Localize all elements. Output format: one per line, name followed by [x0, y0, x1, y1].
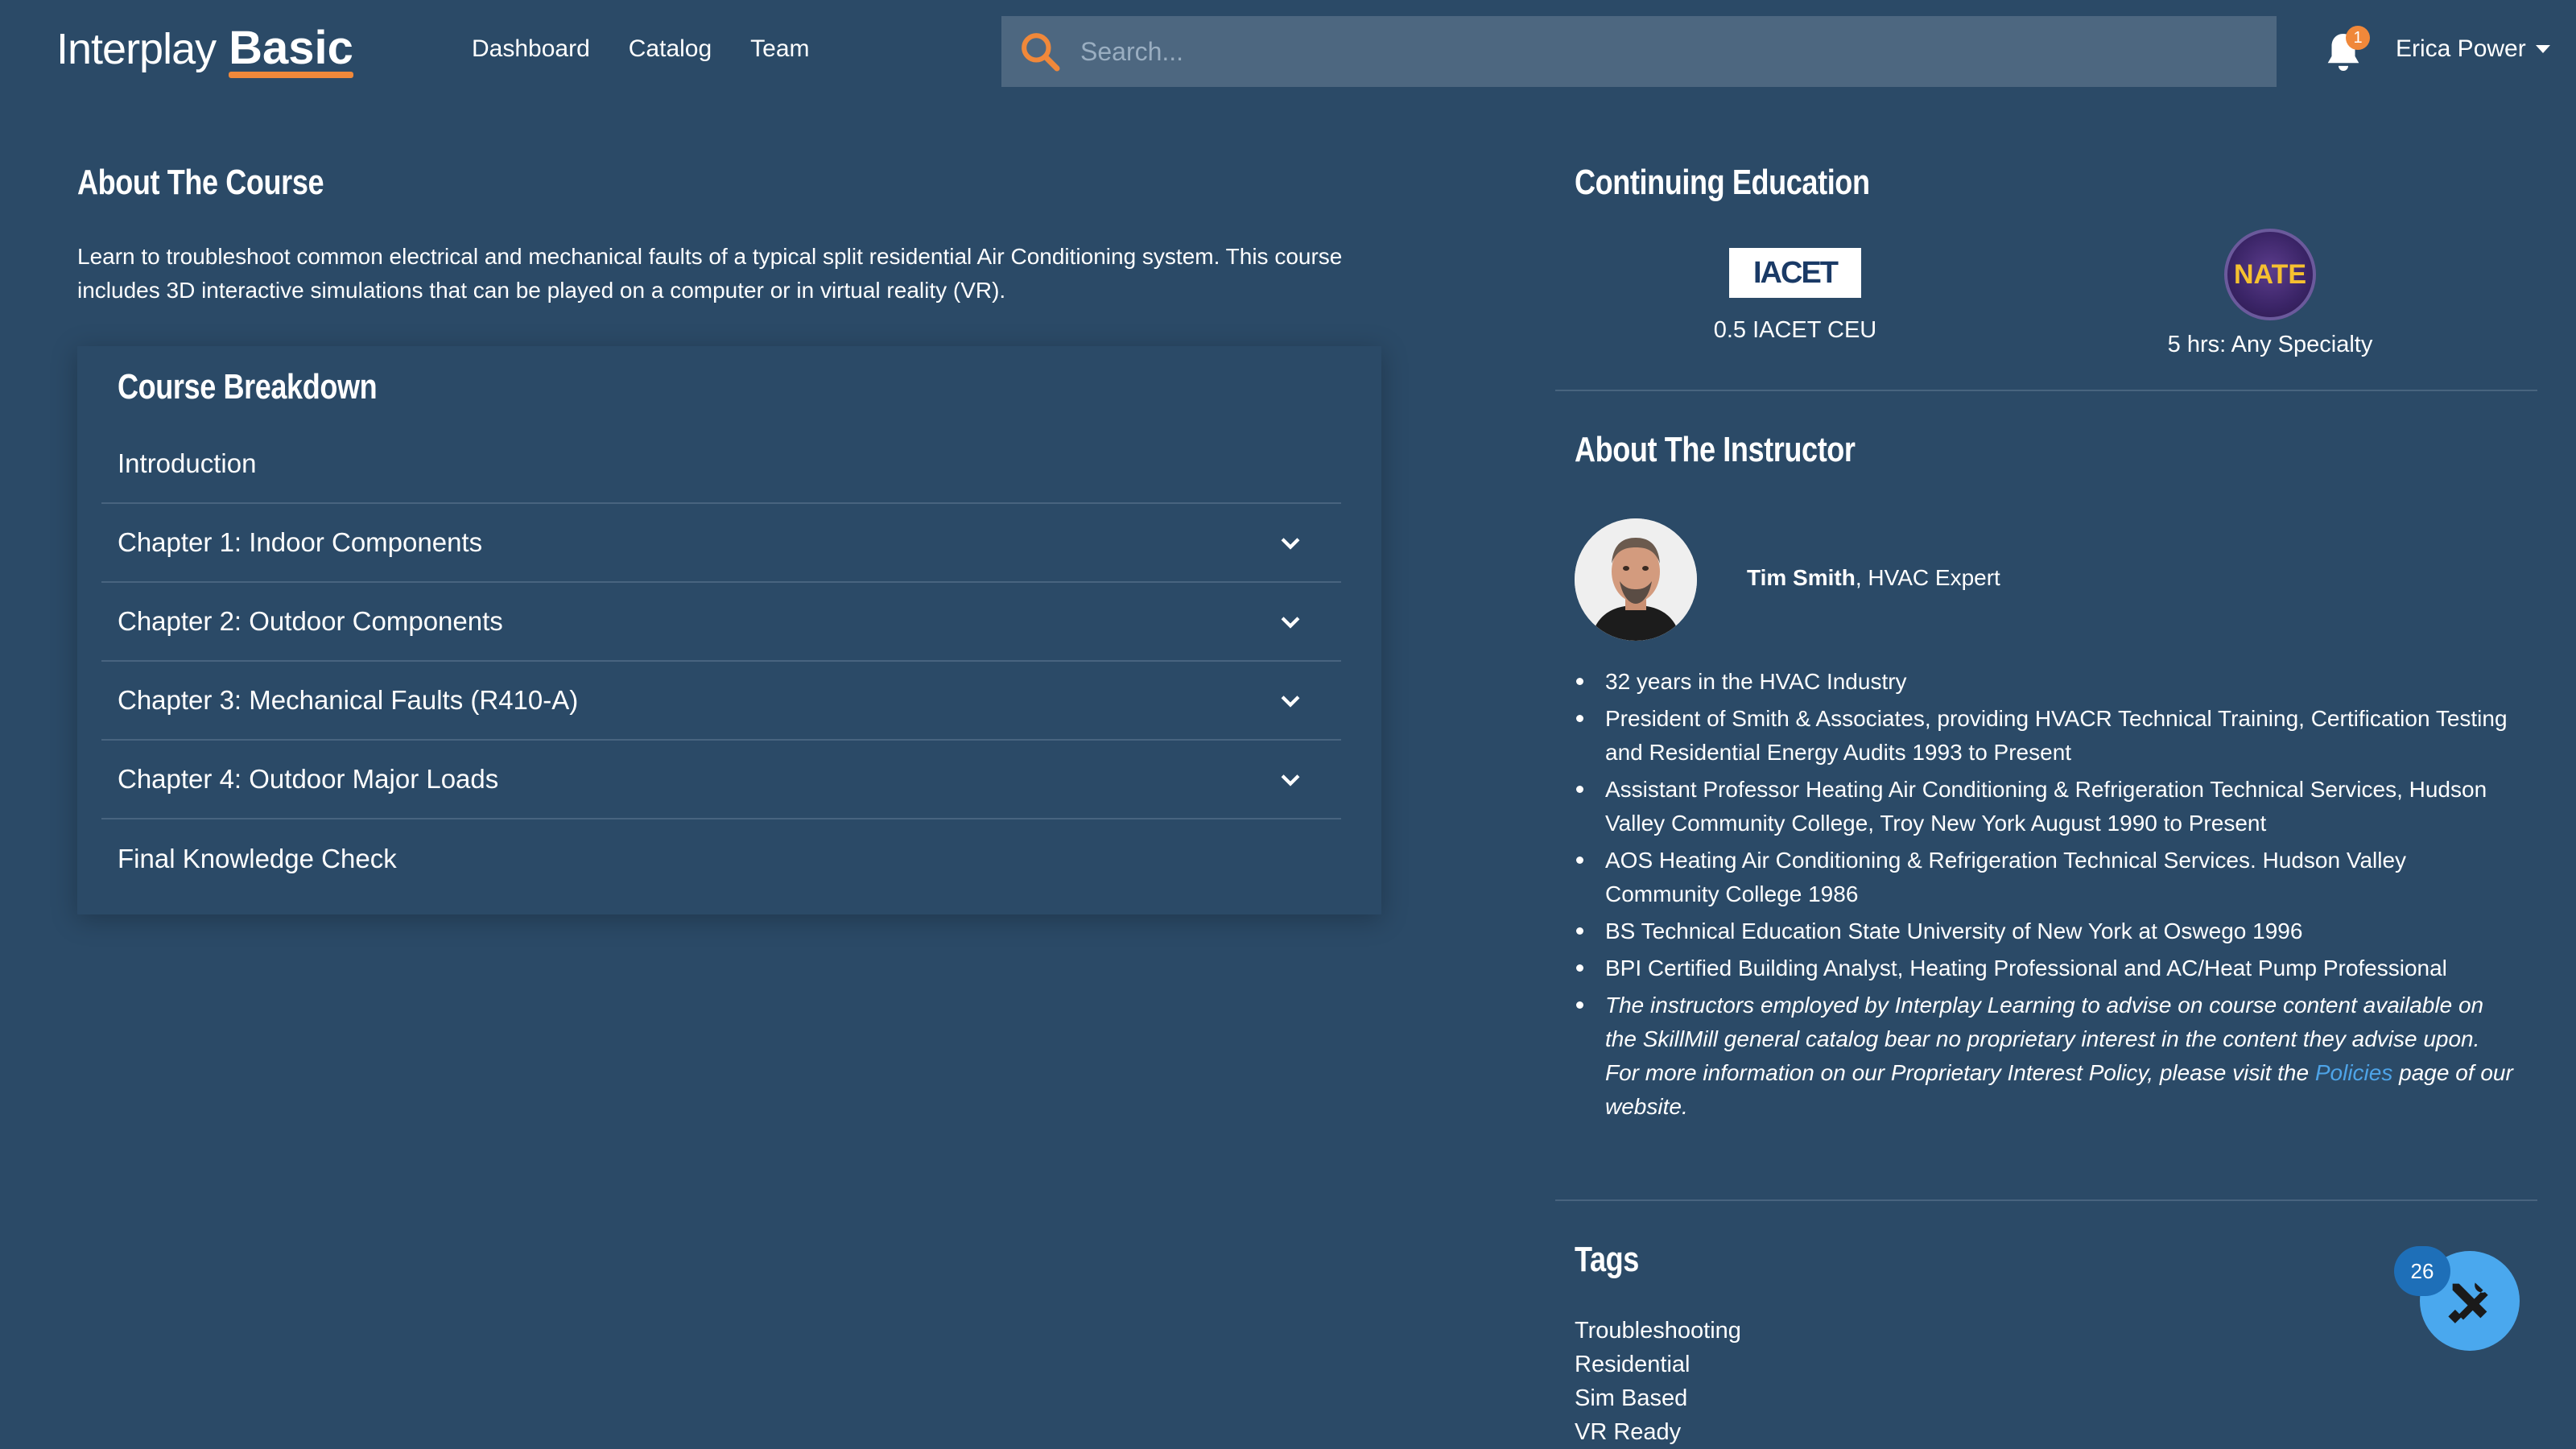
fab-count-badge: 26 — [2394, 1246, 2450, 1296]
breakdown-item-introduction[interactable]: Introduction — [101, 425, 1341, 504]
breakdown-item-label: Chapter 3: Mechanical Faults (R410-A) — [118, 685, 579, 715]
chevron-down-icon[interactable] — [1277, 608, 1304, 635]
breakdown-item-chapter-4[interactable]: Chapter 4: Outdoor Major Loads — [101, 741, 1341, 819]
tag-item[interactable]: Residential — [1575, 1348, 1741, 1381]
tag-item[interactable]: VR Ready — [1575, 1415, 1741, 1449]
instructor-role: , HVAC Expert — [1855, 565, 2000, 590]
list-item: Assistant Professor Heating Air Conditio… — [1576, 773, 2520, 840]
breakdown-item-chapter-2[interactable]: Chapter 2: Outdoor Components — [101, 583, 1341, 662]
instructor-name: Tim Smith, HVAC Expert — [1747, 565, 2000, 591]
about-course-title: About The Course — [77, 163, 324, 202]
page: Interplay Basic Dashboard Catalog Team 1… — [0, 0, 2576, 1449]
user-menu[interactable]: Erica Power — [2396, 35, 2550, 63]
instructor-bio-list: 32 years in the HVAC Industry President … — [1576, 665, 2520, 1127]
about-course-text: Learn to troubleshoot common electrical … — [77, 244, 1343, 303]
breakdown-item-chapter-3[interactable]: Chapter 3: Mechanical Faults (R410-A) — [101, 662, 1341, 741]
breakdown-item-label: Final Knowledge Check — [118, 844, 397, 873]
list-item: 32 years in the HVAC Industry — [1576, 665, 2520, 699]
list-item: BPI Certified Building Analyst, Heating … — [1576, 952, 2520, 985]
section-divider — [1555, 390, 2537, 391]
tag-item[interactable]: Sim Based — [1575, 1381, 1741, 1415]
nav-catalog[interactable]: Catalog — [629, 35, 712, 63]
list-item: President of Smith & Associates, providi… — [1576, 702, 2520, 770]
breakdown-item-label: Chapter 1: Indoor Components — [118, 527, 483, 557]
search-icon[interactable] — [1018, 29, 1063, 74]
instructor-photo — [1575, 518, 1697, 641]
continuing-education-title: Continuing Education — [1575, 163, 1870, 202]
tags-title: Tags — [1575, 1240, 1639, 1279]
tools-icon — [2448, 1282, 2488, 1323]
search-input[interactable] — [1080, 36, 2207, 67]
disclaimer-item: The instructors employed by Interplay Le… — [1576, 989, 2520, 1124]
chevron-down-icon[interactable] — [1277, 529, 1304, 556]
main-nav: Dashboard Catalog Team — [472, 35, 810, 63]
iacet-label: 0.5 IACET CEU — [1713, 317, 1877, 343]
nav-dashboard[interactable]: Dashboard — [472, 35, 590, 63]
nate-label: 5 hrs: Any Specialty — [2167, 332, 2373, 357]
course-breakdown-title: Course Breakdown — [118, 367, 378, 407]
about-instructor-title: About The Instructor — [1575, 430, 1856, 469]
chevron-down-icon[interactable] — [1277, 687, 1304, 714]
section-divider — [1555, 1199, 2537, 1201]
iacet-credit: IACET 0.5 IACET CEU — [1674, 248, 1916, 344]
breakdown-item-chapter-1[interactable]: Chapter 1: Indoor Components — [101, 504, 1341, 583]
notification-badge: 1 — [2346, 26, 2370, 50]
list-item: BS Technical Education State University … — [1576, 914, 2520, 948]
logo-main-text: Interplay — [56, 25, 217, 73]
caret-down-icon — [2535, 45, 2550, 53]
user-name: Erica Power — [2396, 35, 2526, 62]
list-item: AOS Heating Air Conditioning & Refrigera… — [1576, 844, 2520, 911]
breakdown-item-label: Introduction — [118, 448, 257, 478]
chevron-down-icon[interactable] — [1277, 766, 1304, 793]
top-header: Interplay Basic Dashboard Catalog Team 1… — [0, 0, 2576, 103]
logo-sub-text: Basic — [229, 22, 353, 78]
logo[interactable]: Interplay Basic — [56, 21, 353, 78]
tag-item[interactable]: Troubleshooting — [1575, 1314, 1741, 1348]
instructor-name-bold: Tim Smith — [1747, 565, 1856, 590]
policies-link[interactable]: Policies — [2315, 1060, 2392, 1085]
breakdown-item-label: Chapter 2: Outdoor Components — [118, 606, 503, 636]
breakdown-item-label: Chapter 4: Outdoor Major Loads — [118, 764, 499, 794]
iacet-logo: IACET — [1729, 248, 1861, 298]
course-breakdown-card: Course Breakdown Introduction Chapter 1:… — [77, 346, 1381, 914]
nate-logo: NATE — [2224, 229, 2316, 320]
breakdown-item-final-check[interactable]: Final Knowledge Check — [101, 819, 1341, 898]
nav-team[interactable]: Team — [750, 35, 809, 63]
course-breakdown-list: Introduction Chapter 1: Indoor Component… — [101, 425, 1341, 898]
nate-credit: NATE 5 hrs: Any Specialty — [2125, 229, 2415, 358]
avatar — [1575, 518, 1697, 641]
tags-list: Troubleshooting Residential Sim Based VR… — [1575, 1314, 1741, 1449]
search-bar — [1001, 16, 2277, 87]
